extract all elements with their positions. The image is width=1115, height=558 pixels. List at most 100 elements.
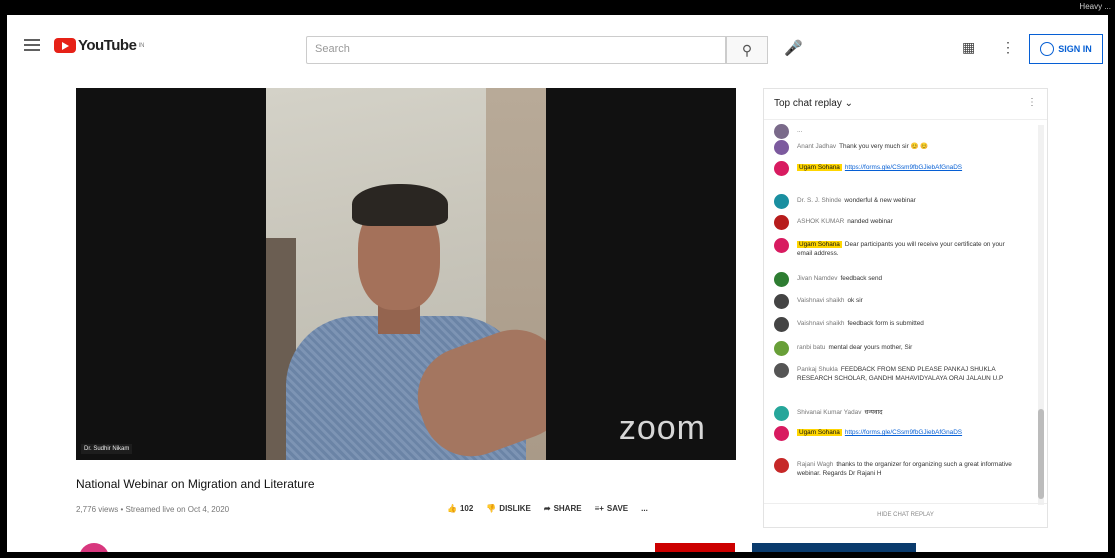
hide-chat-replay-button[interactable]: HIDE CHAT REPLAY [764,503,1047,527]
save-button[interactable]: ≡+ SAVE [595,504,629,513]
speaker-name-tag: Dr. Sudhir Nikam [81,444,133,454]
chat-message: ranbi batu mental dear yours mother, Sir [764,341,1040,356]
message-author[interactable]: Pankaj Shukla [797,366,838,373]
chat-message: Jivan Namdev feedback send [764,272,1040,287]
chat-message: Ugam Sohana Dear participants you will re… [764,238,1040,258]
chat-message: Rajani Wagh thanks to the organizer for o… [764,458,1040,478]
mic-icon[interactable]: 🎤 [784,39,803,57]
top-hint: Heavy ... [1079,2,1111,11]
like-button[interactable]: 👍 102 [447,504,473,513]
author-avatar[interactable] [774,458,789,473]
masthead: YouTube IN Search ⚲ 🎤 ▦ ⋮ SIGN IN [7,15,1108,67]
chat-message: Vaishnavi shaikh ok sir [764,294,1040,309]
message-content: Shivanai Kumar Yadav धन्यवाद [797,408,1019,417]
message-text: feedback form is submitted [847,320,924,327]
message-author[interactable]: Ugam Sohana [797,429,842,436]
message-text: Thank you very much sir 😊 😊 [839,143,929,150]
message-link[interactable]: https://forms.gle/CSsm9fbGJiebAfGnaDS [845,429,962,436]
message-author[interactable]: Anant Jadhav [797,143,836,150]
message-author[interactable]: ASHOK KUMAR [797,218,844,225]
youtube-page: YouTube IN Search ⚲ 🎤 ▦ ⋮ SIGN IN zoom D… [7,15,1108,552]
video-player[interactable]: zoom Dr. Sudhir Nikam [76,88,736,460]
more-actions-button[interactable]: ... [641,504,648,513]
more-icon[interactable]: ⋮ [1001,39,1015,56]
chevron-down-icon: ⌄ [844,98,853,109]
playlist-add-icon: ≡+ [594,504,604,513]
message-content: ASHOK KUMAR nanded webinar [797,217,1019,226]
message-content: Ugam Sohana https://forms.gle/CSsm9fbGJie… [797,428,1019,437]
chat-message: ASHOK KUMAR nanded webinar [764,215,1040,230]
message-author[interactable]: ... [797,127,802,134]
related-video-thumbnail[interactable] [752,543,916,552]
author-avatar[interactable] [774,238,789,253]
message-author[interactable]: Dr. S. J. Shinde [797,197,841,204]
author-avatar[interactable] [774,406,789,421]
share-icon: ➦ [543,504,551,513]
message-author[interactable]: Ugam Sohana [797,241,842,248]
dislike-button[interactable]: 👎 DISLIKE [486,504,531,513]
dislike-label: DISLIKE [499,504,531,513]
chat-message: Ugam Sohana https://forms.gle/CSsm9fbGJie… [764,426,1040,441]
message-text: feedback send [840,275,883,282]
author-avatar[interactable] [774,194,789,209]
video-title: National Webinar on Migration and Litera… [76,477,315,491]
author-avatar[interactable] [774,272,789,287]
message-content: Anant Jadhav Thank you very much sir 😊 😊 [797,142,1019,151]
share-label: SHARE [553,504,582,513]
message-text: wonderful & new webinar [844,197,916,204]
chat-message: Ugam Sohana https://forms.gle/CSsm9fbGJie… [764,161,1040,176]
search-button[interactable]: ⚲ [726,36,768,64]
author-avatar[interactable] [774,161,789,176]
message-text: ok sir [847,297,863,304]
author-avatar[interactable] [774,426,789,441]
menu-icon[interactable] [24,39,40,54]
top-strip: Heavy ... [0,0,1115,15]
message-link[interactable]: https://forms.gle/CSsm9fbGJiebAfGnaDS [845,164,962,171]
message-author[interactable]: Shivanai Kumar Yadav [797,409,861,416]
sign-in-button[interactable]: SIGN IN [1029,34,1103,64]
search-input[interactable]: Search [306,36,726,64]
message-author[interactable]: Ugam Sohana [797,164,842,171]
youtube-logo[interactable]: YouTube IN [54,37,144,54]
save-label: SAVE [606,504,629,513]
message-content: Pankaj Shukla FEEDBACK FROM SEND PLEASE P… [797,365,1019,383]
chat-header[interactable]: Top chat replay ⌄ ⋮ [764,89,1047,120]
subscribe-button[interactable] [655,543,735,552]
message-text: mental dear yours mother, Sir [828,344,913,351]
author-avatar[interactable] [774,124,789,139]
author-avatar[interactable] [774,363,789,378]
author-avatar[interactable] [774,140,789,155]
message-author[interactable]: Vaishnavi shaikh [797,320,844,327]
apps-icon[interactable]: ▦ [962,39,975,56]
author-avatar[interactable] [774,294,789,309]
chat-scroll-thumb[interactable] [1038,409,1044,499]
chat-message: Dr. S. J. Shinde wonderful & new webinar [764,194,1040,209]
author-avatar[interactable] [774,341,789,356]
message-text: धन्यवाद [864,409,883,416]
video-meta: 2,776 views • Streamed live on Oct 4, 20… [76,505,230,514]
chat-more-icon[interactable]: ⋮ [1027,97,1037,108]
logo-text: YouTube [78,37,137,54]
message-author[interactable]: Rajani Wagh [797,461,833,468]
message-author[interactable]: Vaishnavi shaikh [797,297,844,304]
search-icon: ⚲ [741,42,753,58]
message-content: Dr. S. J. Shinde wonderful & new webinar [797,196,1019,205]
live-chat-replay: Top chat replay ⌄ ⋮ ... Anant Jadhav Thank… [763,88,1048,528]
youtube-play-icon [54,38,76,53]
author-avatar[interactable] [774,317,789,332]
chat-mode-label: Top chat replay [774,98,842,109]
thumb-up-icon: 👍 [447,504,457,513]
message-content: Rajani Wagh thanks to the organizer for o… [797,460,1019,478]
more-horizontal-icon: ... [641,504,648,513]
video-actions: 👍 102 👎 DISLIKE ➦ SHARE ≡+ SAVE ... [447,504,648,513]
message-content: ... [797,126,1019,135]
message-author[interactable]: ranbi batu [797,344,825,351]
message-author[interactable]: Jivan Namdev [797,275,838,282]
author-avatar[interactable] [774,215,789,230]
message-content: ranbi batu mental dear yours mother, Sir [797,343,1019,352]
account-icon [1040,42,1055,56]
channel-avatar[interactable] [79,543,109,552]
chat-message: Pankaj Shukla FEEDBACK FROM SEND PLEASE P… [764,363,1040,383]
share-button[interactable]: ➦ SHARE [544,504,582,513]
like-count: 102 [459,504,474,513]
